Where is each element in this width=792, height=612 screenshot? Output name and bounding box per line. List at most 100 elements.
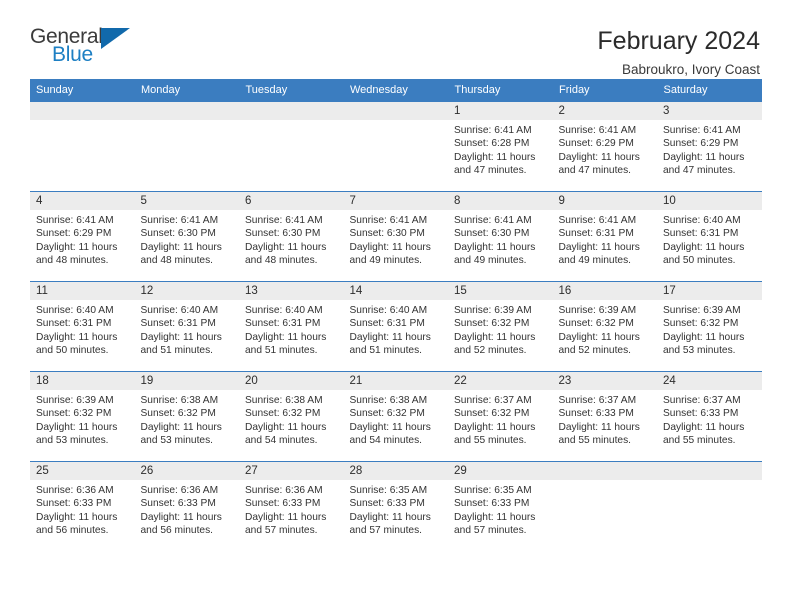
day-detail-line: Sunrise: 6:39 AM	[558, 305, 637, 316]
calendar-day-cell[interactable]: 7 Sunrise: 6:41 AM Sunset: 6:30 PM Daylight…	[343, 191, 448, 282]
calendar-day-cell[interactable]: 3 Sunrise: 6:41 AM Sunset: 6:29 PM Daylight…	[657, 101, 762, 192]
day-detail-line: Sunrise: 6:40 AM	[245, 305, 323, 316]
day-detail: Sunrise: 6:36 AM Sunset: 6:33 PM Daylight:…	[30, 480, 135, 538]
day-number: 16	[552, 282, 657, 300]
day-detail-line: and 50 minutes.	[36, 345, 109, 357]
day-detail: Sunrise: 6:35 AM Sunset: 6:33 PM Daylight:…	[448, 480, 553, 538]
day-detail: Sunrise: 6:41 AM Sunset: 6:29 PM Daylight:…	[657, 120, 762, 178]
day-detail-line: Daylight: 11 hours	[245, 241, 327, 253]
day-number: 14	[343, 282, 448, 300]
day-detail-line: Sunset: 6:32 PM	[454, 408, 530, 420]
calendar-day-cell[interactable]: 13 Sunrise: 6:40 AM Sunset: 6:31 PM Dayligh…	[239, 281, 344, 372]
day-detail-line: Sunset: 6:30 PM	[245, 228, 321, 240]
calendar-day-cell[interactable]: 4 Sunrise: 6:41 AM Sunset: 6:29 PM Daylight…	[30, 191, 135, 282]
day-detail-line: Daylight: 11 hours	[349, 421, 431, 433]
calendar-day-cell[interactable]: 8 Sunrise: 6:41 AM Sunset: 6:30 PM Daylight…	[448, 191, 553, 282]
day-detail-line: and 53 minutes.	[663, 345, 736, 357]
day-detail-line: Sunrise: 6:37 AM	[558, 395, 637, 406]
calendar-day-cell[interactable]: 16 Sunrise: 6:39 AM Sunset: 6:32 PM Dayligh…	[552, 281, 657, 372]
day-detail-line: Sunset: 6:32 PM	[558, 318, 634, 330]
day-detail-line: and 54 minutes.	[349, 435, 423, 447]
calendar-day-cell[interactable]: 24 Sunrise: 6:37 AM Sunset: 6:33 PM Dayligh…	[657, 371, 762, 462]
day-detail-line: Sunset: 6:32 PM	[36, 408, 112, 420]
day-detail-line: Sunrise: 6:40 AM	[36, 305, 114, 316]
calendar-week-row: 4 Sunrise: 6:41 AM Sunset: 6:29 PM Daylight…	[30, 191, 762, 282]
calendar-day-cell[interactable]: 25 Sunrise: 6:36 AM Sunset: 6:33 PM Dayligh…	[30, 461, 135, 552]
calendar-day-cell[interactable]: 10 Sunrise: 6:40 AM Sunset: 6:31 PM Dayligh…	[657, 191, 762, 282]
general-blue-logo[interactable]: General Blue	[30, 26, 140, 70]
weekday-header-monday: Monday	[134, 79, 240, 102]
calendar-day-cell-empty	[239, 101, 344, 192]
day-detail-line: Daylight: 11 hours	[663, 331, 745, 343]
calendar-day-cell[interactable]: 2 Sunrise: 6:41 AM Sunset: 6:29 PM Daylight…	[552, 101, 658, 192]
day-detail-line: Sunset: 6:33 PM	[454, 498, 530, 510]
day-detail-line: and 51 minutes.	[245, 345, 318, 357]
day-number: 6	[239, 192, 344, 210]
calendar-day-cell[interactable]: 29 Sunrise: 6:35 AM Sunset: 6:33 PM Dayligh…	[448, 461, 553, 552]
day-number: 5	[134, 192, 239, 210]
day-detail-line: Daylight: 11 hours	[36, 241, 118, 253]
calendar-day-cell[interactable]: 5 Sunrise: 6:41 AM Sunset: 6:30 PM Daylight…	[134, 191, 239, 282]
day-detail-line: Sunrise: 6:38 AM	[245, 395, 323, 406]
calendar-day-cell[interactable]: 14 Sunrise: 6:40 AM Sunset: 6:31 PM Dayligh…	[343, 281, 448, 372]
day-number	[30, 102, 135, 120]
day-detail-line: Sunset: 6:31 PM	[245, 318, 321, 330]
day-detail: Sunrise: 6:38 AM Sunset: 6:32 PM Daylight:…	[239, 390, 344, 448]
calendar-day-cell[interactable]: 11 Sunrise: 6:40 AM Sunset: 6:31 PM Dayligh…	[30, 281, 135, 372]
calendar-day-cell[interactable]: 22 Sunrise: 6:37 AM Sunset: 6:32 PM Dayligh…	[448, 371, 553, 462]
calendar-day-cell[interactable]: 23 Sunrise: 6:37 AM Sunset: 6:33 PM Dayligh…	[552, 371, 657, 462]
day-detail-line: Sunrise: 6:41 AM	[558, 125, 637, 136]
day-detail-line: Sunset: 6:33 PM	[36, 498, 112, 510]
calendar-day-cell[interactable]: 6 Sunrise: 6:41 AM Sunset: 6:30 PM Daylight…	[239, 191, 344, 282]
calendar-day-cell[interactable]: 12 Sunrise: 6:40 AM Sunset: 6:31 PM Dayligh…	[134, 281, 239, 372]
day-detail-line: Daylight: 11 hours	[454, 511, 536, 523]
day-number: 19	[134, 372, 239, 390]
day-number: 21	[343, 372, 448, 390]
calendar-week-row: 1 Sunrise: 6:41 AM Sunset: 6:28 PM Daylight…	[30, 101, 762, 192]
day-detail: Sunrise: 6:41 AM Sunset: 6:29 PM Daylight:…	[553, 120, 658, 178]
day-detail-line: Daylight: 11 hours	[349, 241, 431, 253]
day-detail-line: and 55 minutes.	[663, 435, 736, 447]
calendar-day-cell[interactable]: 1 Sunrise: 6:41 AM Sunset: 6:28 PM Daylight…	[448, 101, 553, 192]
day-detail-line: Sunset: 6:32 PM	[140, 408, 216, 420]
calendar-day-cell[interactable]: 28 Sunrise: 6:35 AM Sunset: 6:33 PM Dayligh…	[343, 461, 448, 552]
day-number	[552, 462, 657, 480]
calendar-day-cell-empty	[343, 101, 448, 192]
calendar-day-cell[interactable]: 17 Sunrise: 6:39 AM Sunset: 6:32 PM Dayligh…	[657, 281, 762, 372]
day-number: 11	[30, 282, 135, 300]
day-detail-line: and 49 minutes.	[454, 255, 527, 267]
day-number: 8	[448, 192, 553, 210]
calendar-day-cell[interactable]: 15 Sunrise: 6:39 AM Sunset: 6:32 PM Dayligh…	[448, 281, 553, 372]
day-detail-line: Sunrise: 6:37 AM	[663, 395, 741, 406]
day-detail-line: and 57 minutes.	[245, 525, 318, 537]
day-detail-line: and 56 minutes.	[140, 525, 214, 537]
day-detail-line: Daylight: 11 hours	[663, 421, 745, 433]
day-detail-line: Sunrise: 6:39 AM	[663, 305, 741, 316]
day-detail: Sunrise: 6:37 AM Sunset: 6:32 PM Daylight:…	[448, 390, 553, 448]
day-detail-line: Sunset: 6:33 PM	[140, 498, 216, 510]
calendar-day-cell[interactable]: 18 Sunrise: 6:39 AM Sunset: 6:32 PM Dayligh…	[30, 371, 135, 462]
calendar-day-cell[interactable]: 19 Sunrise: 6:38 AM Sunset: 6:32 PM Dayligh…	[134, 371, 239, 462]
day-detail-line: Daylight: 11 hours	[454, 151, 536, 163]
day-detail-line: Daylight: 11 hours	[558, 421, 640, 433]
calendar-day-cell[interactable]: 26 Sunrise: 6:36 AM Sunset: 6:33 PM Dayligh…	[134, 461, 239, 552]
day-detail-line: Sunset: 6:32 PM	[349, 408, 425, 420]
day-detail: Sunrise: 6:41 AM Sunset: 6:28 PM Daylight:…	[448, 120, 553, 178]
calendar-day-cell[interactable]: 21 Sunrise: 6:38 AM Sunset: 6:32 PM Dayligh…	[343, 371, 448, 462]
day-number: 4	[30, 192, 135, 210]
day-detail-line: Sunrise: 6:40 AM	[349, 305, 428, 316]
day-detail: Sunrise: 6:36 AM Sunset: 6:33 PM Daylight:…	[239, 480, 344, 538]
day-detail: Sunrise: 6:37 AM Sunset: 6:33 PM Daylight:…	[657, 390, 762, 448]
calendar-day-cell[interactable]: 27 Sunrise: 6:36 AM Sunset: 6:33 PM Dayligh…	[239, 461, 344, 552]
calendar-week-row: 18 Sunrise: 6:39 AM Sunset: 6:32 PM Dayligh…	[30, 371, 762, 462]
day-number: 13	[239, 282, 344, 300]
day-detail-line: Sunset: 6:29 PM	[663, 138, 739, 150]
location-subtitle: Babroukro, Ivory Coast	[621, 62, 760, 77]
day-detail-line: Sunset: 6:29 PM	[558, 138, 634, 150]
calendar-day-cell[interactable]: 9 Sunrise: 6:41 AM Sunset: 6:31 PM Daylight…	[552, 191, 657, 282]
day-number: 1	[448, 102, 553, 120]
day-detail-line: Daylight: 11 hours	[558, 331, 640, 343]
day-detail: Sunrise: 6:39 AM Sunset: 6:32 PM Daylight:…	[30, 390, 135, 448]
day-detail-line: Daylight: 11 hours	[349, 511, 431, 523]
calendar-day-cell[interactable]: 20 Sunrise: 6:38 AM Sunset: 6:32 PM Dayligh…	[239, 371, 344, 462]
